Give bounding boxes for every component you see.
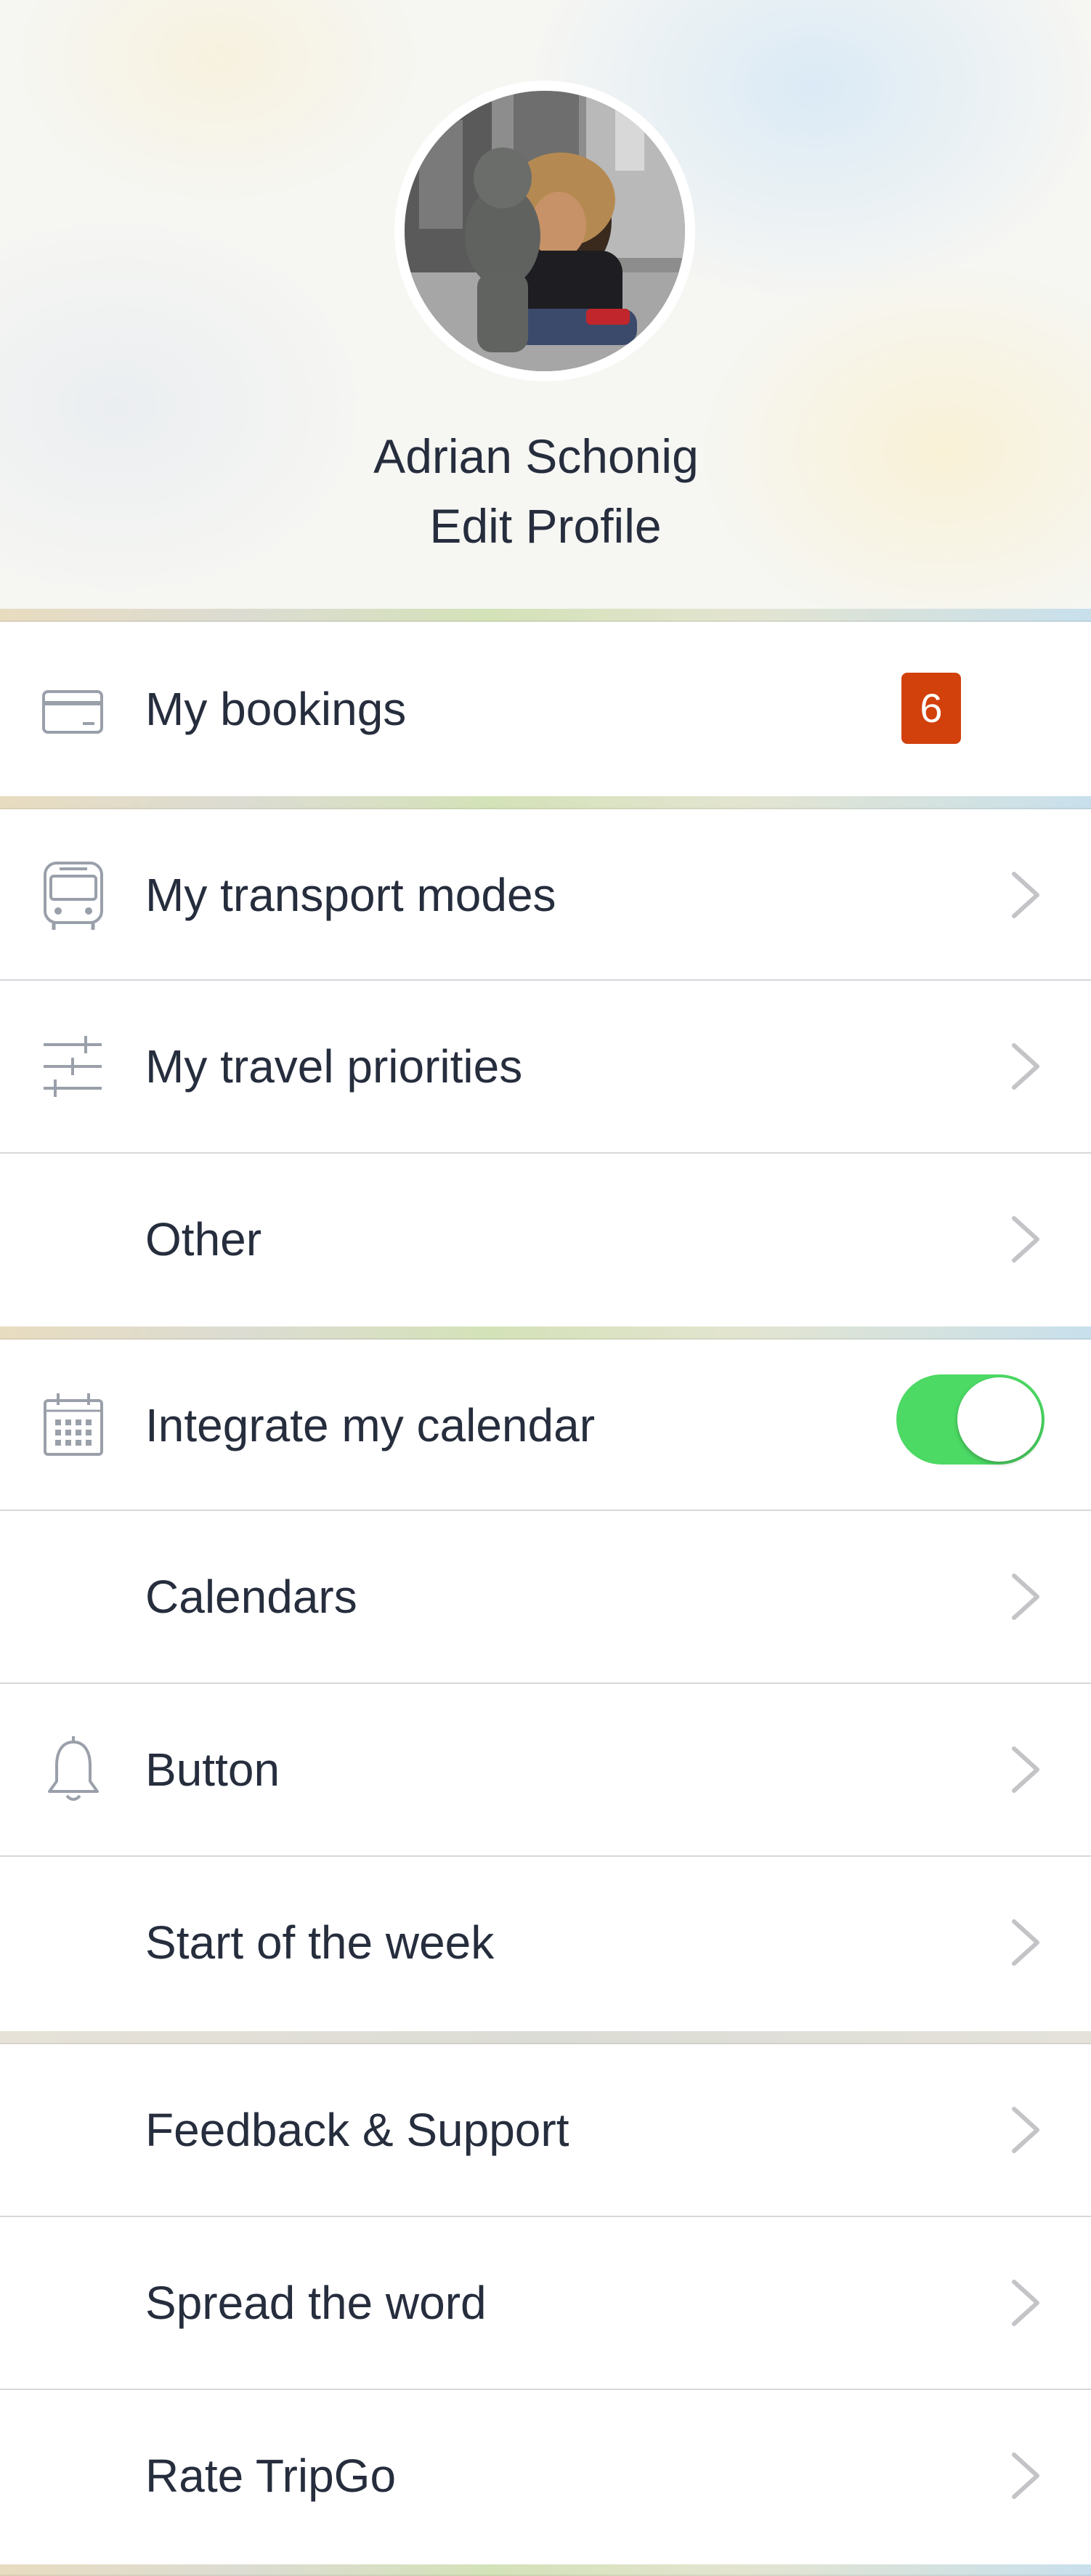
- integrate-calendar-toggle[interactable]: [896, 1374, 1045, 1465]
- menu-item-button[interactable]: Button: [0, 1684, 1091, 1857]
- chevron-right-icon: [1012, 1043, 1039, 1090]
- avatar-photo: [405, 91, 685, 371]
- user-name: Adrian Schonig: [373, 429, 699, 483]
- menu-item-label: Button: [145, 1743, 280, 1796]
- menu-item-rate-tripgo[interactable]: Rate TripGo: [0, 2390, 1091, 2564]
- chevron-right-icon: [1012, 2453, 1039, 2499]
- chevron-right-icon: [1012, 1216, 1039, 1263]
- menu-item-label: Other: [145, 1213, 262, 1265]
- menu-item-other[interactable]: Other: [0, 1154, 1091, 1327]
- menu-item-start-of-week[interactable]: Start of the week: [0, 1857, 1091, 2031]
- menu-item-label: Rate TripGo: [145, 2450, 397, 2502]
- menu-item-travel-priorities[interactable]: My travel priorities: [0, 981, 1091, 1154]
- chevron-right-icon: [1012, 1573, 1039, 1620]
- toggle-knob: [957, 1377, 1042, 1462]
- menu-item-label: Start of the week: [145, 1916, 495, 1969]
- chevron-right-icon: [1012, 1746, 1039, 1793]
- menu-item-label: My travel priorities: [145, 1040, 523, 1093]
- menu-item-label: My bookings: [145, 683, 407, 735]
- menu-item-feedback-support[interactable]: Feedback & Support: [0, 2044, 1091, 2217]
- menu-item-label: Feedback & Support: [145, 2104, 569, 2156]
- chevron-right-icon: [1012, 872, 1039, 918]
- menu-item-label: Calendars: [145, 1571, 357, 1623]
- bus-icon: [44, 862, 103, 930]
- section-separator: [0, 609, 1091, 622]
- section-separator: [0, 1327, 1091, 1340]
- chevron-right-icon: [1012, 2107, 1039, 2153]
- menu-item-label: My transport modes: [145, 869, 556, 921]
- bookings-count-badge: 6: [901, 673, 961, 744]
- section-separator: [0, 2564, 1091, 2576]
- chevron-right-icon: [1012, 1919, 1039, 1966]
- menu-item-label: Integrate my calendar: [145, 1399, 595, 1451]
- menu-item-label: Spread the word: [145, 2277, 487, 2329]
- menu-item-calendars[interactable]: Calendars: [0, 1511, 1091, 1684]
- menu-item-transport-modes[interactable]: My transport modes: [0, 809, 1091, 981]
- bell-icon: [48, 1736, 99, 1801]
- section-separator: [0, 796, 1091, 809]
- avatar[interactable]: [405, 91, 685, 371]
- chevron-right-icon: [1012, 2280, 1039, 2326]
- sliders-icon: [44, 1036, 102, 1097]
- menu-item-spread-the-word[interactable]: Spread the word: [0, 2217, 1091, 2390]
- section-separator: [0, 2031, 1091, 2044]
- edit-profile-link[interactable]: Edit Profile: [0, 497, 1091, 555]
- credit-card-icon: [42, 690, 103, 734]
- profile-header: Adrian Schonig Edit Profile: [0, 0, 1091, 609]
- calendar-icon: [44, 1393, 103, 1456]
